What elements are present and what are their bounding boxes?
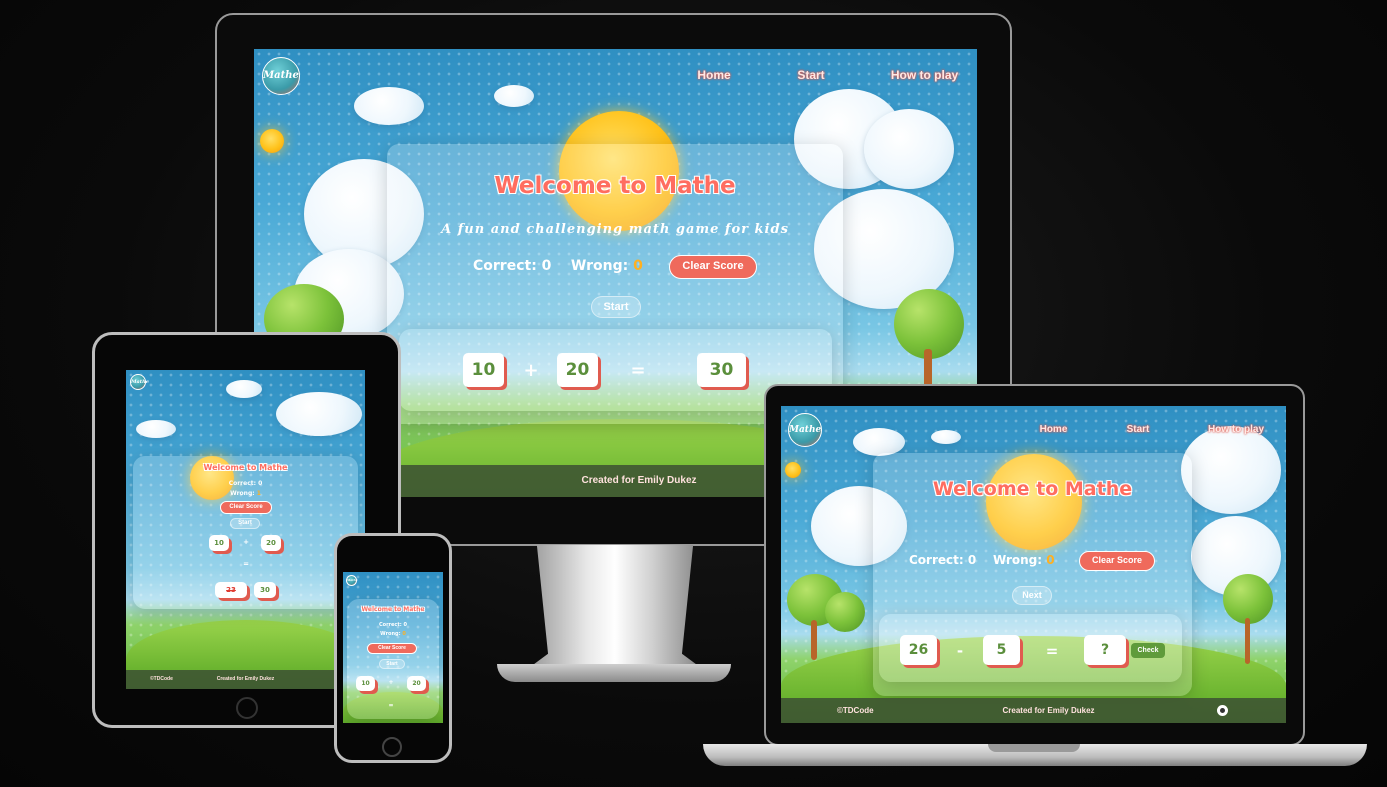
flower-image — [260, 129, 284, 153]
phone-home-button — [382, 737, 402, 757]
cloud-image — [354, 87, 424, 125]
logo-text: Mathe — [789, 425, 822, 435]
logo-text: Mathe — [131, 379, 149, 385]
clear-score-button[interactable]: Clear Score — [1079, 551, 1155, 571]
correct-count: 0 — [967, 553, 977, 567]
correct-count: 0 — [258, 480, 263, 487]
answer-input[interactable]: ? — [1084, 635, 1126, 665]
operand-b: 20 — [261, 535, 281, 551]
tree-trunk — [811, 620, 817, 660]
wrong-line: Wrong: 0 — [347, 631, 439, 637]
wrong-label: Wrong: — [570, 258, 629, 274]
equals-sign: = — [388, 702, 394, 709]
operand-a: 10 — [463, 353, 504, 387]
correct-label: Correct: — [228, 480, 257, 487]
wrong-label: Wrong: — [230, 490, 255, 497]
correct-label: Correct: — [473, 258, 537, 274]
tree-image — [825, 592, 865, 632]
tablet-screen: Mathe Welcome to Mathe Correct: 0 Wrong:… — [126, 370, 365, 689]
laptop-notch — [988, 744, 1080, 752]
correct-line: Correct: 0 — [347, 622, 439, 628]
page-title: Welcome to Mathe — [203, 463, 288, 472]
footer: ©TDCode Created for Emily Dukez — [781, 698, 1286, 723]
logo[interactable]: Mathe — [346, 575, 358, 586]
correct-label: Correct: — [378, 622, 402, 628]
equals-sign: = — [630, 360, 646, 381]
operand-b: 20 — [557, 353, 598, 387]
clear-score-button[interactable]: Clear Score — [367, 643, 417, 654]
laptop-screen: Mathe Home Start How to play Welcome to … — [781, 406, 1286, 723]
phone-screen: Mathe Welcome to Mathe Correct: 0 Wrong:… — [343, 572, 443, 723]
nav-how-to-play-link[interactable]: How to play — [1201, 424, 1271, 435]
clear-score-button[interactable]: Clear Score — [220, 501, 272, 514]
wrong-line: Wrong: 1 — [133, 490, 358, 497]
logo[interactable]: Mathe — [130, 374, 149, 390]
equals-sign: = — [1045, 642, 1059, 660]
start-button[interactable]: Start — [591, 296, 641, 318]
correct-count: 0 — [403, 622, 407, 628]
wrong-label: Wrong: — [380, 631, 401, 637]
cloud-image — [226, 380, 262, 398]
start-button[interactable]: Start — [230, 518, 260, 529]
page-title: Welcome to Mathe — [494, 173, 736, 199]
footer-credit: Created for Emily Dukez — [1002, 706, 1095, 715]
tree-image — [1223, 574, 1273, 624]
flower-image — [785, 462, 801, 478]
imac-foot — [497, 664, 731, 682]
cloud-image — [276, 392, 362, 436]
cloud-image — [853, 428, 905, 456]
check-button[interactable]: Check — [1131, 643, 1165, 658]
correct-label: Correct: — [909, 553, 964, 567]
tree-trunk — [1245, 618, 1250, 664]
logo[interactable]: Mathe — [788, 413, 822, 447]
page-title: Welcome to Mathe — [361, 606, 425, 613]
operator: + — [523, 360, 539, 381]
cloud-image — [494, 85, 534, 107]
wrong-answer-field[interactable]: 23 — [215, 582, 247, 598]
operator: + — [243, 538, 249, 546]
footer: ©TDCode Created for Emily Dukez — [126, 670, 365, 689]
nav-start-link[interactable]: Start — [782, 68, 840, 82]
tablet-home-button — [236, 697, 258, 719]
operator: - — [956, 642, 964, 660]
clear-score-button[interactable]: Clear Score — [669, 255, 757, 279]
cloud-image — [136, 420, 176, 438]
footer-credit: Created for Emily Dukez — [216, 676, 275, 682]
correct-answer: 30 — [254, 582, 276, 598]
equals-sign: = — [243, 560, 249, 568]
operand-a: 10 — [356, 676, 375, 691]
subtitle: A fun and challenging math game for kids — [441, 222, 789, 237]
page-title: Welcome to Mathe — [932, 478, 1133, 500]
operator: + — [388, 679, 394, 686]
correct-count: 0 — [541, 258, 552, 274]
wrong-count: 0 — [402, 631, 406, 637]
wrong-count: 0 — [1046, 553, 1055, 567]
next-button[interactable]: Next — [1012, 586, 1052, 605]
operand-a: 26 — [900, 635, 937, 665]
nav-start-link[interactable]: Start — [1117, 424, 1159, 435]
github-icon[interactable] — [1217, 705, 1228, 716]
start-button[interactable]: Start — [379, 659, 405, 669]
imac-stand — [522, 545, 708, 673]
operand-b: 5 — [983, 635, 1020, 665]
cloud-image — [931, 430, 961, 444]
nav-home-link[interactable]: Home — [1031, 424, 1076, 435]
answer-field[interactable]: 30 — [697, 353, 746, 387]
logo-text: Mathe — [263, 70, 299, 81]
logo[interactable]: Mathe — [262, 57, 300, 95]
wrong-count: 1 — [256, 490, 261, 497]
nav-how-to-play-link[interactable]: How to play — [882, 68, 967, 82]
score-display: Correct: 0 Wrong: 0 — [909, 553, 1055, 567]
cloud-image — [1181, 426, 1281, 514]
cloud-image — [864, 109, 954, 189]
operand-a: 10 — [209, 535, 229, 551]
logo-text: Mathe — [347, 578, 358, 582]
nav-home-link[interactable]: Home — [684, 68, 744, 82]
operand-b: 20 — [407, 676, 426, 691]
correct-line: Correct: 0 — [133, 480, 358, 487]
wrong-label: Wrong: — [992, 553, 1043, 567]
tree-trunk — [924, 349, 932, 389]
wrong-count: 0 — [633, 258, 643, 274]
score-display: Correct: 0 Wrong: 0 — [473, 258, 643, 274]
